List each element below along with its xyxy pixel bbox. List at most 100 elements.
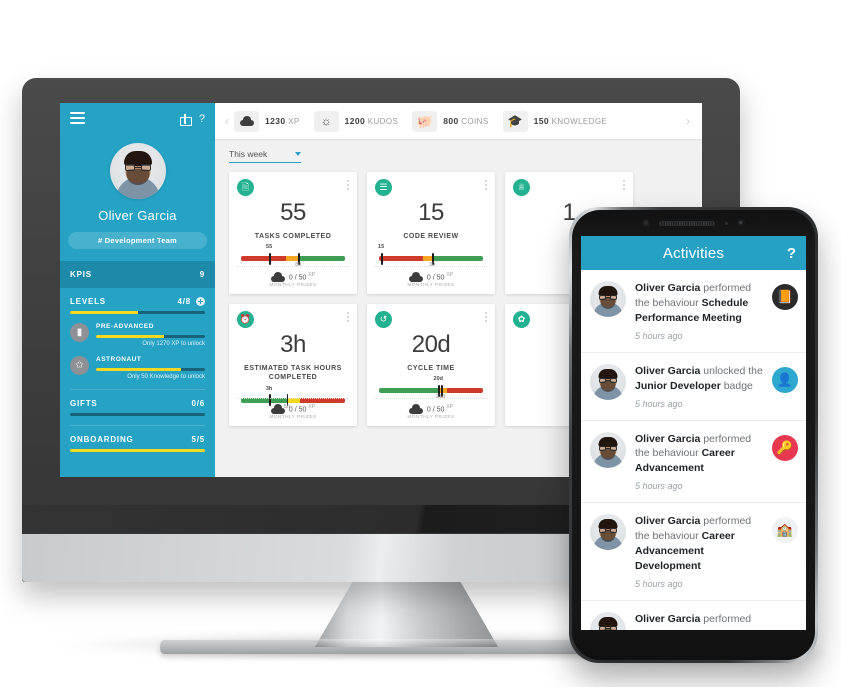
badge-title: ASTRONAUT <box>96 356 142 363</box>
kpi-label: CODE REVIEW <box>403 233 459 240</box>
gift-icon[interactable] <box>179 114 192 126</box>
team-badge[interactable]: # Development Team <box>68 232 207 249</box>
activity-badge-icon: 🔑 <box>772 434 798 461</box>
stat-kudos[interactable]: ☼ 1200 KUDOS <box>313 110 399 132</box>
card-footer: 0 / 50 XP MONTHLY PRIZES <box>375 398 487 420</box>
kpis-value: 9 <box>199 270 205 279</box>
piggy-bank-icon: 🐖 <box>412 110 438 132</box>
sidebar-toolbar: ? <box>60 103 215 129</box>
kpi-card[interactable]: ↺ 20d CYCLE TIME 20d 21d 0 / 50 XP MONTHLY PRI… <box>367 304 495 426</box>
graduation-cap-icon: 🎓 <box>502 110 528 132</box>
card-menu-button[interactable] <box>485 180 487 192</box>
avatar[interactable] <box>109 143 166 199</box>
avatar <box>590 431 626 468</box>
gauge-top-label: 3h <box>265 385 273 392</box>
prize-value: 0 / 50 XP <box>288 272 316 282</box>
cycle-time-icon: ↺ <box>375 311 392 328</box>
sun-icon: ☼ <box>313 110 339 132</box>
kpi-card[interactable]: ☰ 15 CODE REVIEW 15 30 0 / 50 XP MONTHLY PRIZE… <box>367 172 495 294</box>
phone-header: Activities ? <box>581 236 806 270</box>
activity-badge-icon: 🏫 <box>772 517 798 544</box>
prize-value: 0 / 50 XP <box>288 404 316 414</box>
stat-knowledge[interactable]: 🎓 150 KNOWLEDGE <box>502 110 608 132</box>
stat-coins[interactable]: 🐖 800 COINS <box>412 110 489 132</box>
avatar <box>590 281 626 317</box>
sidebar-section-onboarding[interactable]: ONBOARDING 5/5 <box>60 426 215 452</box>
avatar <box>590 611 626 630</box>
level-badge-astronaut[interactable]: ✩ ASTRONAUT Only 50 Knowledge to unlock <box>70 356 205 380</box>
activity-text: Oliver Garcia performed the behaviour Ca… <box>635 432 752 475</box>
card-menu-button[interactable] <box>347 180 349 192</box>
sidebar-section-gifts[interactable]: GIFTS 0/6 <box>60 390 215 416</box>
badge-note: Only 50 Knowledge to unlock <box>127 374 205 380</box>
gauge-track <box>379 256 483 262</box>
avatar <box>590 514 626 551</box>
phone-screen: Activities ? Oliver Garcia performed the… <box>581 236 806 630</box>
activity-item[interactable]: Oliver Garcia performed the behaviour Ca… <box>581 421 806 504</box>
prize-value: 0 / 50 XP <box>426 404 454 414</box>
level-badge-pre-advanced[interactable]: ▮ PRE-ADVANCED Only 1270 XP to unlock <box>70 323 205 347</box>
stats-row: 1230 XP ☼ 1200 KUDOS 🐖 800 COINS 🎓 150 KNOWLED… <box>234 110 621 132</box>
rocket-icon: ✩ <box>70 356 89 375</box>
kpi-label: TASKS COMPLETED <box>254 233 332 240</box>
scroll-right-icon[interactable]: › <box>686 114 694 128</box>
proximity-sensor-icon <box>725 221 728 225</box>
user-name: Oliver Garcia <box>98 208 177 223</box>
monitor-stand <box>315 577 498 647</box>
kpi-gauge: 20d 21d <box>379 376 483 400</box>
stats-topbar: ‹ 1230 XP ☼ 1200 KUDOS 🐖 800 COINS 🎓 150 KNOWL… <box>215 103 702 139</box>
kpi-gauge: 55 80 <box>241 244 345 268</box>
front-camera-icon <box>643 220 649 226</box>
onboarding-label: ONBOARDING <box>70 435 134 444</box>
phone-bezel: Activities ? Oliver Garcia performed the… <box>572 210 815 660</box>
code-review-icon: ☰ <box>375 179 392 196</box>
sidebar-item-kpis[interactable]: KPIS 9 <box>60 261 215 288</box>
activity-timestamp: 5 hours ago <box>635 330 683 341</box>
stat-xp[interactable]: 1230 XP <box>234 110 300 132</box>
kpi-card[interactable]: ⏰ 3h ESTIMATED TASK HOURS COMPLETED 3h 5h 0 /… <box>229 304 357 426</box>
activity-item[interactable]: Oliver Garcia unlocked the Junior Develo… <box>581 353 806 421</box>
badge-note: Only 1270 XP to unlock <box>142 341 205 347</box>
activity-badge-icon: 📙 <box>772 284 798 310</box>
app-sidebar: ? Oliver Garcia # Development Team KPIS … <box>60 103 215 477</box>
help-icon[interactable]: ? <box>199 113 205 125</box>
gauge-top-label: 15 <box>378 244 385 251</box>
activity-item[interactable]: Oliver Garcia performed the behaviour Sc… <box>581 270 806 353</box>
kpi-value: 15 <box>418 199 444 226</box>
activities-list[interactable]: Oliver Garcia performed the behaviour Sc… <box>581 270 806 630</box>
cloud-icon <box>408 404 423 414</box>
add-level-button[interactable] <box>196 297 205 306</box>
card-footer: 0 / 50 XP MONTHLY PRIZES <box>237 266 349 288</box>
levels-progress-bar <box>70 311 205 314</box>
onboarding-value: 5/5 <box>191 435 205 444</box>
period-filter-dropdown[interactable]: This week <box>229 149 301 163</box>
card-menu-button[interactable] <box>347 312 349 324</box>
activity-item[interactable]: Oliver Garcia performed the behaviour Ca… <box>581 503 806 601</box>
cloud-icon <box>270 404 285 414</box>
kpis-label: KPIS <box>70 270 92 279</box>
hamburger-icon[interactable] <box>70 111 85 127</box>
kpi-value: 3h <box>280 331 306 358</box>
kpi-label: CYCLE TIME <box>407 365 455 372</box>
activity-timestamp: 5 hours ago <box>635 481 683 492</box>
stat-value: 800 COINS <box>443 116 489 126</box>
activity-item[interactable]: Oliver Garcia performed <box>581 601 806 630</box>
card-menu-button[interactable] <box>623 180 625 192</box>
card-menu-button[interactable] <box>485 312 487 324</box>
gifts-label: GIFTS <box>70 399 98 408</box>
document-check-icon: 🗎 <box>237 179 254 196</box>
card-footer: 0 / 50 XP MONTHLY PRIZES <box>237 398 349 420</box>
card-footer: 0 / 50 XP MONTHLY PRIZES <box>375 266 487 288</box>
scroll-left-icon[interactable]: ‹ <box>223 114 234 128</box>
stat-value: 150 KNOWLEDGE <box>533 116 608 126</box>
earpiece-speaker <box>659 220 715 226</box>
activity-body: Oliver Garcia performed <box>635 612 798 627</box>
levels-label: LEVELS <box>70 297 106 306</box>
help-icon[interactable]: ? <box>787 245 796 262</box>
gauge-top-label: 20d <box>433 376 444 383</box>
kpi-card[interactable]: 🗎 55 TASKS COMPLETED 55 80 0 / 50 XP MONTHLY P… <box>229 172 357 294</box>
gauge-top-label: 55 <box>266 244 273 251</box>
gauge-track <box>241 256 345 262</box>
sidebar-toolbar-right: ? <box>179 113 205 126</box>
period-filter-label: This week <box>229 149 268 159</box>
